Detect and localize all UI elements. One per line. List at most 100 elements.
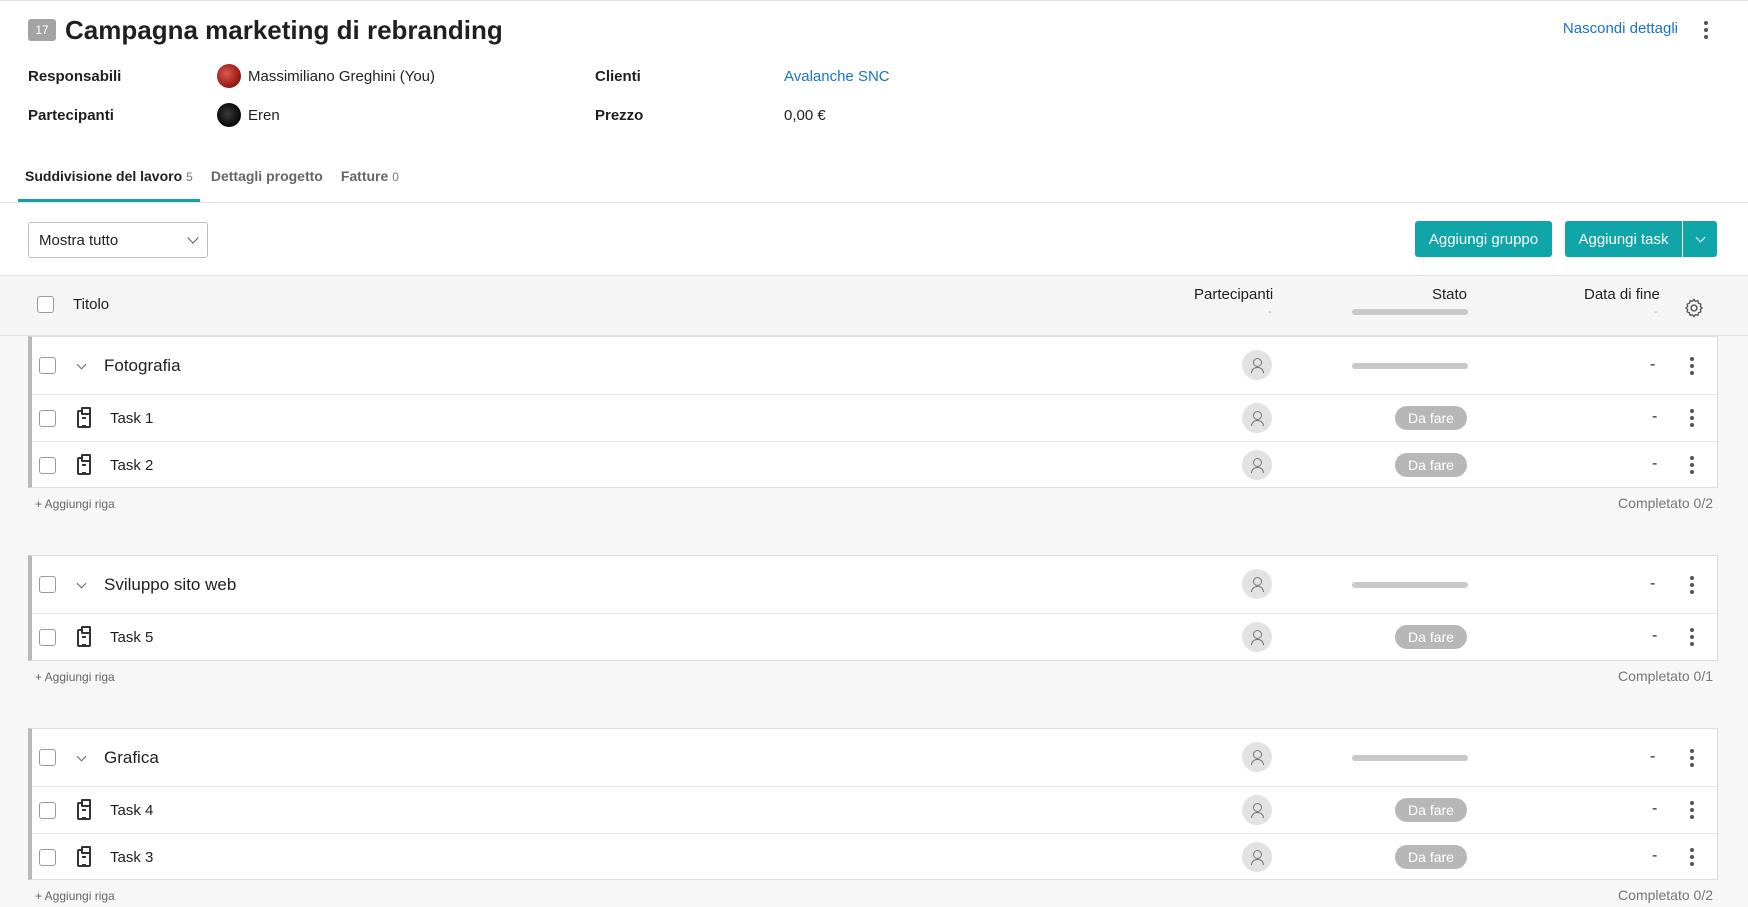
row-more-icon[interactable] [1686, 747, 1698, 769]
row-more-icon[interactable] [1686, 407, 1698, 429]
partecipanti-label: Partecipanti [28, 107, 114, 124]
participant-placeholder-icon[interactable] [1242, 350, 1272, 380]
participant-placeholder-icon[interactable] [1242, 742, 1272, 772]
group-status-bar [1352, 363, 1468, 369]
row-more-icon[interactable] [1686, 626, 1698, 648]
tab-label: Fatture [340, 168, 389, 184]
column-end-date[interactable]: Data di fine [1584, 286, 1660, 303]
prezzo-label: Prezzo [595, 107, 644, 124]
tab-label: Dettagli progetto [210, 168, 323, 184]
tab-label: Suddivisione del lavoro [25, 168, 183, 184]
clipboard-icon [77, 454, 91, 475]
group-checkbox[interactable] [39, 749, 56, 766]
column-participants[interactable]: Partecipanti [1194, 286, 1273, 303]
group-end-date: - [1650, 748, 1656, 765]
tab-bar: Suddivisione del lavoro 5 Dettagli proget… [18, 160, 410, 202]
participant-placeholder-icon[interactable] [1242, 842, 1272, 872]
add-task-menu-button[interactable] [1683, 221, 1717, 257]
group-end-date: - [1650, 575, 1656, 592]
select-all-checkbox[interactable] [37, 296, 54, 313]
completion-count: Completato 0/1 [1618, 668, 1713, 684]
task-name[interactable]: Task 3 [110, 849, 153, 866]
chevron-down-icon[interactable] [76, 359, 87, 370]
status-badge[interactable]: Da fare [1395, 845, 1467, 869]
row-more-icon[interactable] [1686, 454, 1698, 476]
task-end-date[interactable]: - [1652, 847, 1657, 865]
chevron-down-icon[interactable] [76, 751, 87, 762]
tab-count: 0 [392, 170, 399, 184]
task-checkbox[interactable] [39, 457, 56, 474]
table-row[interactable]: Task 5 Da fare - [32, 614, 1717, 661]
add-row-link[interactable]: + Aggiungi riga [35, 670, 115, 684]
project-id-badge: 17 [28, 19, 56, 41]
status-summary-bar [1352, 309, 1468, 315]
tab-project-details[interactable]: Dettagli progetto [204, 160, 330, 202]
tab-count: 5 [186, 170, 193, 184]
task-name[interactable]: Task 1 [110, 410, 153, 427]
row-more-icon[interactable] [1686, 355, 1698, 377]
end-date-summary: - [1654, 306, 1658, 318]
participant-placeholder-icon[interactable] [1242, 795, 1272, 825]
task-end-date[interactable]: - [1652, 800, 1657, 818]
tabs-divider [0, 202, 1748, 203]
table-row[interactable]: Task 2 Da fare - [32, 442, 1717, 489]
group-checkbox[interactable] [39, 357, 56, 374]
table-row[interactable]: Task 3 Da fare - [32, 834, 1717, 881]
chevron-down-icon [1695, 232, 1705, 242]
task-checkbox[interactable] [39, 802, 56, 819]
completion-count: Completato 0/2 [1618, 887, 1713, 903]
client-link[interactable]: Avalanche SNC [784, 68, 890, 85]
group-checkbox[interactable] [39, 576, 56, 593]
task-group: Sviluppo sito web - Task 5 Da fare - [28, 555, 1718, 661]
group-name[interactable]: Grafica [104, 748, 159, 768]
task-group: Fotografia - Task 1 Da fare - Task 2 Da … [28, 336, 1718, 488]
row-more-icon[interactable] [1686, 574, 1698, 596]
participant-placeholder-icon[interactable] [1242, 569, 1272, 599]
row-more-icon[interactable] [1686, 799, 1698, 821]
group-row[interactable]: Grafica - [32, 729, 1717, 787]
task-end-date[interactable]: - [1652, 455, 1657, 473]
task-end-date[interactable]: - [1652, 408, 1657, 426]
clipboard-icon [77, 407, 91, 428]
group-row[interactable]: Fotografia - [32, 337, 1717, 395]
participant-placeholder-icon[interactable] [1242, 450, 1272, 480]
group-name[interactable]: Sviluppo sito web [104, 575, 236, 595]
participant-placeholder-icon[interactable] [1242, 403, 1272, 433]
task-checkbox[interactable] [39, 629, 56, 646]
table-row[interactable]: Task 1 Da fare - [32, 395, 1717, 442]
participant-placeholder-icon[interactable] [1242, 622, 1272, 652]
task-checkbox[interactable] [39, 849, 56, 866]
task-end-date[interactable]: - [1652, 627, 1657, 645]
add-group-button[interactable]: Aggiungi gruppo [1415, 221, 1552, 257]
group-row[interactable]: Sviluppo sito web - [32, 556, 1717, 614]
group-name[interactable]: Fotografia [104, 356, 181, 376]
task-name[interactable]: Task 4 [110, 802, 153, 819]
table-row[interactable]: Task 4 Da fare - [32, 787, 1717, 834]
tab-invoices[interactable]: Fatture 0 [334, 160, 406, 202]
tab-work-breakdown[interactable]: Suddivisione del lavoro 5 [18, 160, 200, 202]
task-checkbox[interactable] [39, 410, 56, 427]
chevron-down-icon[interactable] [76, 578, 87, 589]
filter-select[interactable]: Mostra tutto [28, 222, 208, 258]
top-divider [0, 0, 1748, 1]
project-more-icon[interactable] [1700, 18, 1712, 42]
add-row-link[interactable]: + Aggiungi riga [35, 889, 115, 903]
add-task-button[interactable]: Aggiungi task [1565, 221, 1682, 257]
status-badge[interactable]: Da fare [1395, 625, 1467, 649]
row-more-icon[interactable] [1686, 846, 1698, 868]
responsabili-value[interactable]: Massimiliano Greghini (You) [217, 64, 435, 88]
add-row-link[interactable]: + Aggiungi riga [35, 497, 115, 511]
task-name[interactable]: Task 5 [110, 629, 153, 646]
gear-icon[interactable] [1683, 297, 1705, 319]
status-badge[interactable]: Da fare [1395, 798, 1467, 822]
partecipanti-value[interactable]: Eren [217, 103, 280, 127]
avatar [217, 103, 241, 127]
project-header: 17 Campagna marketing di rebranding Nasc… [28, 14, 1720, 58]
hide-details-link[interactable]: Nascondi dettagli [1563, 20, 1678, 37]
column-status[interactable]: Stato [1432, 286, 1467, 303]
responsabile-name: Massimiliano Greghini (You) [248, 67, 436, 85]
task-name[interactable]: Task 2 [110, 457, 153, 474]
status-badge[interactable]: Da fare [1395, 406, 1467, 430]
status-badge[interactable]: Da fare [1395, 453, 1467, 477]
clipboard-icon [77, 846, 91, 867]
